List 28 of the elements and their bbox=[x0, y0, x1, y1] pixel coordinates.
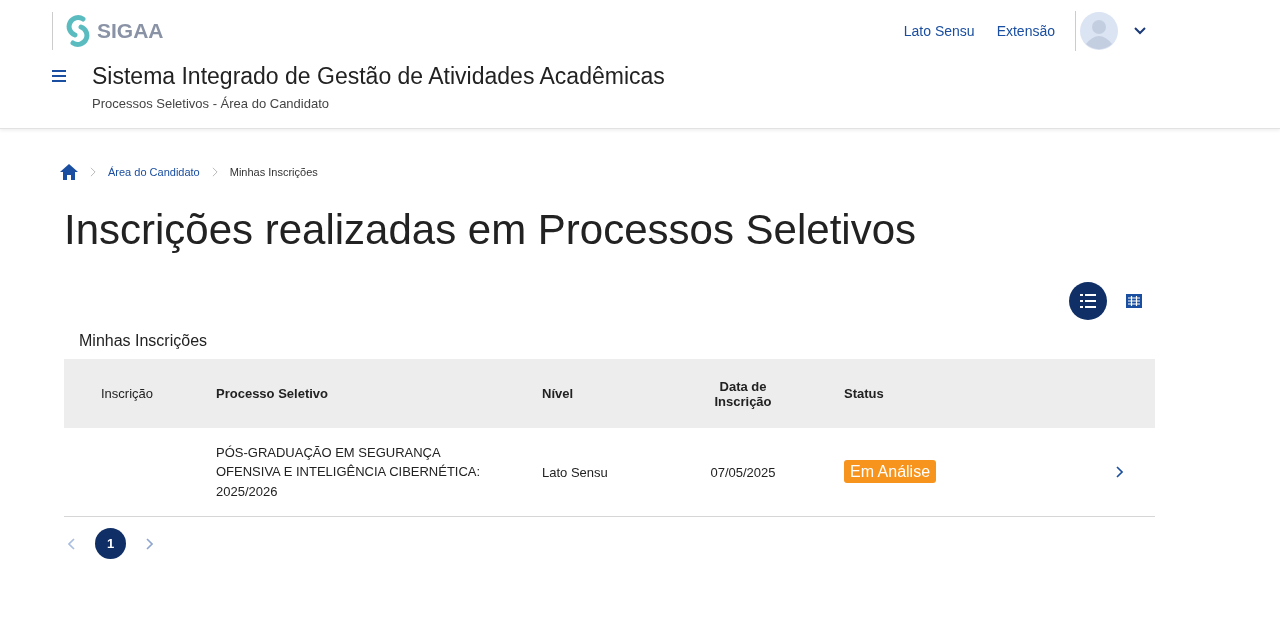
chevron-right-icon[interactable] bbox=[1116, 466, 1123, 478]
system-subtitle: Processos Seletivos - Área do Candidato bbox=[92, 96, 330, 111]
table-cell-text: PÓS-GRADUAÇÃO EM SEGURANÇA OFENSIVA E INTELIGÊNCIA CIBERNÉTICA: 2025/2026 bbox=[216, 443, 482, 501]
table-cell-text: 07/05/2025 bbox=[709, 464, 777, 480]
column-header: Nível bbox=[542, 386, 575, 401]
table-cell-text: Lato Sensu bbox=[542, 464, 609, 480]
column-header: Data de Inscrição bbox=[713, 378, 773, 409]
column-header: Inscrição bbox=[100, 386, 155, 401]
nav-link[interactable]: Lato Sensu bbox=[903, 23, 975, 39]
breadcrumb-current: Minhas Inscrições bbox=[229, 166, 318, 178]
table-caption: Minhas Inscrições bbox=[78, 331, 209, 351]
column-header: Status bbox=[843, 386, 885, 401]
page-title: Inscrições realizadas em Processos Seletivos bbox=[64, 205, 918, 255]
page-button[interactable]: 1 bbox=[95, 528, 126, 559]
chevron-right-icon bbox=[211, 167, 218, 177]
system-title: Sistema Integrado de Gestão de Atividades Acadêmicas bbox=[92, 62, 665, 90]
list-icon bbox=[1080, 293, 1096, 309]
grid-icon bbox=[1126, 293, 1142, 309]
nav-link[interactable]: Extensão bbox=[996, 23, 1055, 39]
breadcrumb-link[interactable]: Área do Candidato bbox=[108, 166, 200, 178]
menu-icon[interactable] bbox=[52, 70, 66, 82]
list-view-button[interactable] bbox=[1069, 282, 1107, 320]
status-badge: Em Análise bbox=[844, 460, 937, 483]
chevron-right-icon bbox=[90, 167, 96, 177]
home-icon[interactable] bbox=[60, 164, 78, 180]
logo-text: SIGAA bbox=[97, 19, 164, 43]
column-header: Processo Seletivo bbox=[216, 386, 329, 401]
chevron-down-icon[interactable] bbox=[1134, 27, 1146, 35]
